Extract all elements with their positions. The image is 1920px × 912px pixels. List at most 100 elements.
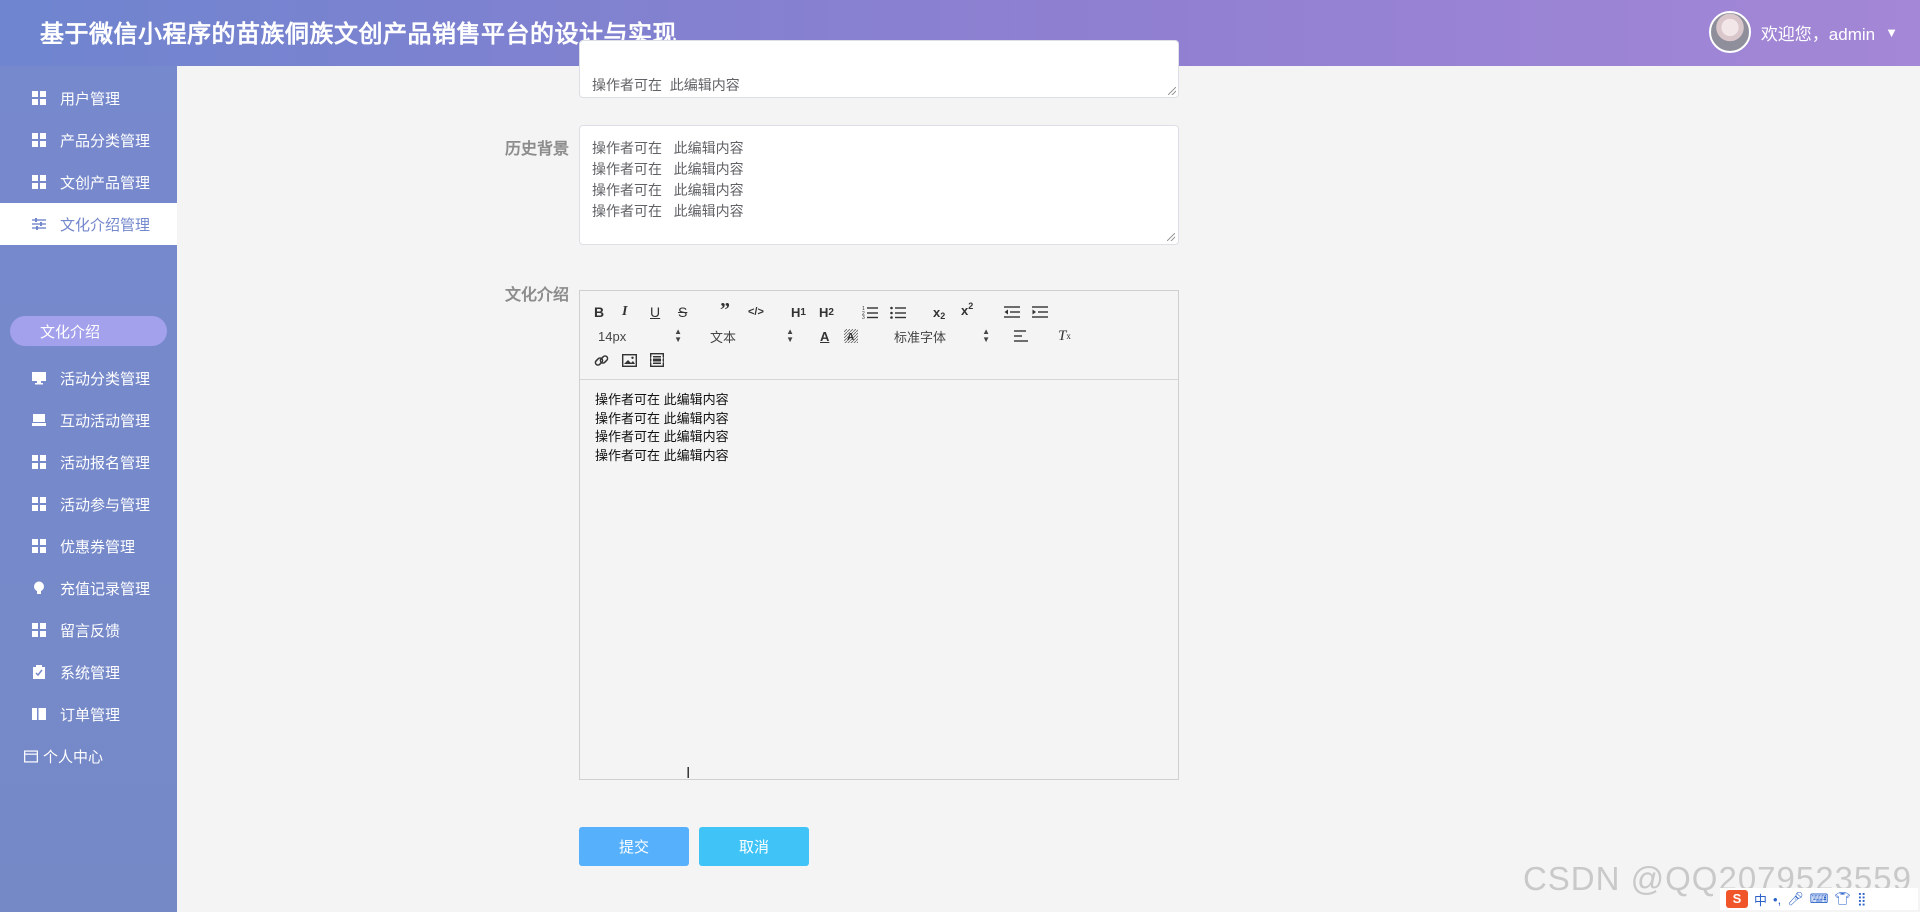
partial-textarea[interactable]: 操作者可在 此编辑内容: [579, 40, 1179, 98]
align-left-icon[interactable]: [1014, 327, 1028, 345]
sidebar-item-feedback[interactable]: 留言反馈: [0, 609, 177, 651]
resize-handle-icon[interactable]: [1168, 87, 1176, 95]
submit-button[interactable]: 提交: [579, 827, 689, 866]
sidebar-item-user-management[interactable]: 用户管理: [0, 77, 177, 119]
ime-lang[interactable]: 中: [1754, 890, 1767, 909]
grid-icon: [32, 539, 46, 553]
sidebar-item-orders[interactable]: 订单管理: [0, 693, 177, 735]
sidebar-subitem-culture-intro[interactable]: 文化介绍: [10, 316, 167, 346]
svg-text:A: A: [847, 332, 854, 343]
video-icon[interactable]: [650, 351, 664, 369]
editor-content[interactable]: 操作者可在 此编辑内容 操作者可在 此编辑内容 操作者可在 此编辑内容 操作者可…: [595, 391, 729, 465]
subscript-icon[interactable]: x2: [933, 303, 945, 322]
sidebar-item-personal-center[interactable]: 个人中心: [0, 735, 177, 777]
sidebar-item-label: 文创产品管理: [60, 174, 151, 192]
resize-handle-icon[interactable]: [1167, 233, 1175, 241]
sidebar-item-activity-signup[interactable]: 活动报名管理: [0, 441, 177, 483]
rich-text-editor: B I U S ” </> H1 H2 123 x2 x2 14px ▲ ▼ 文本…: [579, 290, 1179, 780]
keyboard-icon[interactable]: ⌨︎: [1810, 891, 1829, 907]
ordered-list-icon[interactable]: 123: [862, 303, 878, 321]
sidebar-item-label: 充值记录管理: [60, 580, 151, 598]
font-family-select[interactable]: 标准字体 ▲ ▼: [894, 327, 990, 345]
user-menu[interactable]: 欢迎您，admin ▼: [1708, 10, 1898, 54]
heading-2-icon[interactable]: H2: [819, 303, 834, 321]
background-color-icon[interactable]: A: [844, 327, 858, 345]
font-size-select[interactable]: 14px ▲ ▼: [598, 327, 682, 345]
image-icon[interactable]: [622, 351, 637, 369]
bulb-icon: [32, 581, 46, 595]
avatar[interactable]: [1708, 11, 1751, 53]
sidebar-item-label: 留言反馈: [60, 622, 121, 640]
cancel-button[interactable]: 取消: [699, 827, 809, 866]
grid-icon: [32, 91, 46, 105]
blockquote-icon[interactable]: ”: [720, 299, 730, 321]
font-color-icon[interactable]: A: [820, 327, 829, 345]
clipboard-icon: [32, 665, 46, 679]
sidebar-item-label: 订单管理: [60, 706, 121, 724]
skin-icon[interactable]: 👕︎: [1834, 891, 1851, 907]
svg-text:3: 3: [862, 315, 865, 319]
sidebar-item-label: 活动参与管理: [60, 496, 151, 514]
sidebar: 用户管理 产品分类管理 文创产品管理 文化介绍管理 文化介绍 活动分类管理 互动…: [0, 66, 177, 912]
bullet-list-icon[interactable]: [890, 303, 906, 321]
grid-icon: [32, 133, 46, 147]
editor-line: 操作者可在 此编辑内容: [595, 392, 729, 407]
welcome-text: 欢迎您，admin: [1760, 24, 1876, 44]
sidebar-item-culture-intro[interactable]: 文化介绍管理: [0, 203, 177, 245]
sidebar-item-label: 活动分类管理: [60, 370, 151, 388]
bold-icon[interactable]: B: [594, 303, 604, 321]
sidebar-item-product-category[interactable]: 产品分类管理: [0, 119, 177, 161]
caret-down-icon[interactable]: ▼: [1885, 25, 1898, 40]
text-cursor-icon: Ι: [686, 765, 691, 782]
book-icon: [32, 707, 46, 721]
culture-label: 文化介绍: [505, 287, 570, 304]
punctuation-icon[interactable]: •,: [1773, 892, 1781, 907]
partial-textarea-text: 操作者可在 此编辑内容: [592, 77, 740, 93]
outdent-icon[interactable]: [1004, 303, 1020, 321]
sidebar-item-interactive-activity[interactable]: 互动活动管理: [0, 399, 177, 441]
select-arrows-icon: ▲ ▼: [786, 327, 794, 344]
text-type-value: 文本: [710, 329, 737, 345]
editor-line: 操作者可在 此编辑内容: [595, 410, 729, 426]
ime-toolbar[interactable]: S 中 •, 🎤︎ ⌨︎ 👕︎ ⣿: [1720, 888, 1918, 910]
sidebar-item-activity-participation[interactable]: 活动参与管理: [0, 483, 177, 525]
select-arrows-icon: ▲ ▼: [674, 327, 682, 344]
code-block-icon[interactable]: </>: [748, 303, 764, 321]
clear-format-icon[interactable]: Tx: [1058, 327, 1071, 345]
heading-1-icon[interactable]: H1: [791, 303, 806, 321]
sidebar-item-system[interactable]: 系统管理: [0, 651, 177, 693]
sidebar-item-creative-products[interactable]: 文创产品管理: [0, 161, 177, 203]
font-family-value: 标准字体: [894, 329, 947, 345]
font-size-value: 14px: [598, 328, 627, 344]
sidebar-item-label: 个人中心: [43, 748, 104, 766]
grid-menu-icon[interactable]: ⣿: [1857, 891, 1867, 907]
history-textarea[interactable]: 操作者可在 此编辑内容 操作者可在 此编辑内容 操作者可在 此编辑内容 操作者可…: [579, 125, 1179, 245]
select-arrows-icon: ▲ ▼: [982, 327, 990, 344]
indent-icon[interactable]: [1032, 303, 1048, 321]
sidebar-item-coupon[interactable]: 优惠券管理: [0, 525, 177, 567]
sidebar-item-recharge-records[interactable]: 充值记录管理: [0, 567, 177, 609]
sidebar-item-label: 用户管理: [60, 90, 121, 108]
sogou-logo-icon: S: [1726, 890, 1748, 908]
sidebar-item-activity-category[interactable]: 活动分类管理: [0, 357, 177, 399]
grid-icon: [32, 175, 46, 189]
underline-icon[interactable]: U: [650, 303, 660, 321]
microphone-icon[interactable]: 🎤︎: [1787, 891, 1804, 907]
editor-line: 操作者可在 此编辑内容: [595, 447, 729, 463]
italic-icon[interactable]: I: [622, 303, 627, 321]
history-label: 历史背景: [505, 141, 570, 158]
link-icon[interactable]: [594, 351, 609, 369]
text-type-select[interactable]: 文本 ▲ ▼: [710, 327, 794, 345]
sidebar-item-label: 产品分类管理: [60, 132, 151, 150]
editor-line: 操作者可在 此编辑内容: [595, 429, 729, 444]
sidebar-item-label: 文化介绍管理: [60, 216, 151, 234]
sidebar-item-label: 互动活动管理: [60, 412, 151, 430]
sidebar-item-label: 优惠券管理: [60, 538, 136, 556]
desktop-icon: [32, 413, 46, 427]
grid-icon: [32, 455, 46, 469]
superscript-icon[interactable]: x2: [961, 301, 973, 319]
sliders-icon: [32, 217, 46, 231]
grid-icon: [32, 497, 46, 511]
strikethrough-icon[interactable]: S: [678, 303, 687, 321]
card-icon: [24, 749, 38, 763]
